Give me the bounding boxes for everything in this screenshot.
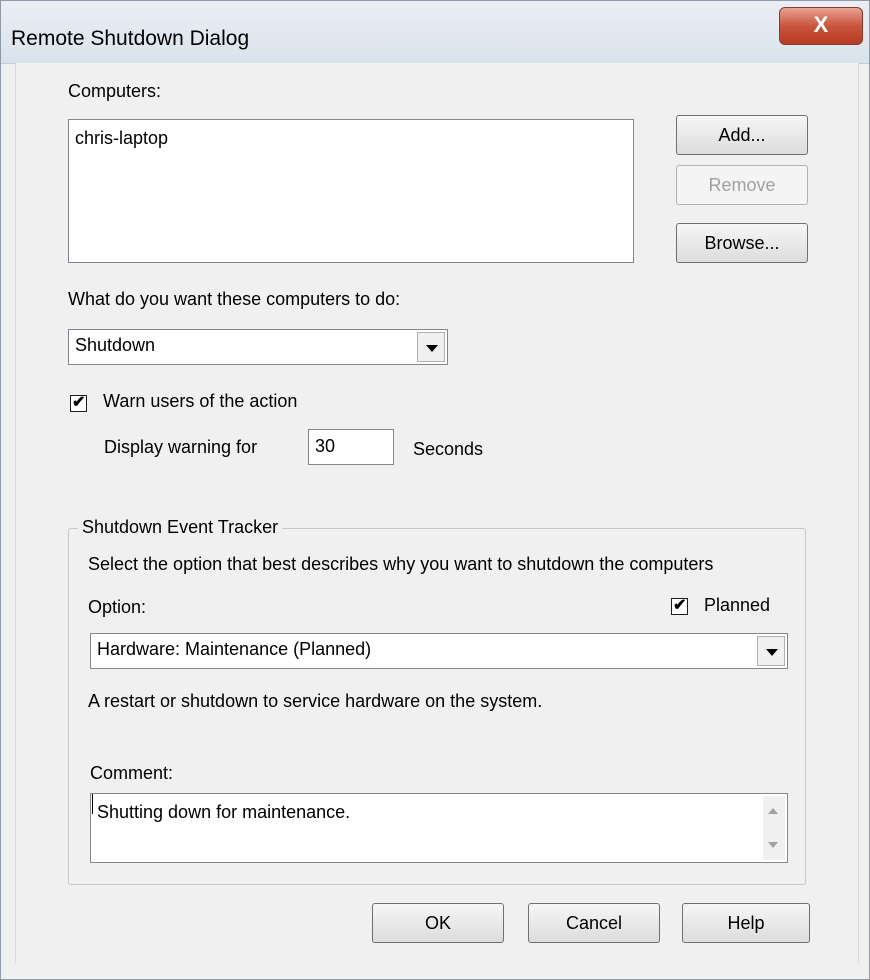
tracker-description: Select the option that best describes wh… (88, 554, 714, 574)
title-bar[interactable]: Remote Shutdown Dialog X (1, 1, 869, 64)
computer-list-item[interactable]: chris-laptop (75, 128, 168, 149)
close-button[interactable]: X (779, 7, 863, 45)
warning-seconds-value: 30 (315, 436, 336, 456)
computers-label: Computers: (68, 81, 162, 101)
cancel-button[interactable]: Cancel (528, 903, 660, 943)
remove-button[interactable]: Remove (676, 165, 808, 205)
scroll-down-icon[interactable] (768, 842, 778, 848)
chevron-down-icon[interactable] (757, 636, 785, 666)
comment-textarea[interactable]: Shutting down for maintenance. (90, 793, 788, 863)
shutdown-event-tracker-legend: Shutdown Event Tracker (78, 517, 283, 538)
action-dropdown[interactable]: Shutdown (68, 329, 448, 365)
add-button[interactable]: Add... (676, 115, 808, 155)
dialog-body: Computers: chris-laptop Add... Remove Br… (15, 63, 859, 963)
option-selected-value: Hardware: Maintenance (Planned) (97, 639, 372, 659)
comment-value: Shutting down for maintenance. (97, 802, 351, 822)
planned-checkbox[interactable]: ✔ (671, 597, 688, 615)
comment-label: Comment: (90, 763, 174, 783)
option-label: Option: (88, 597, 147, 617)
close-icon: X (813, 12, 829, 37)
remote-shutdown-dialog: Remote Shutdown Dialog X Computers: chri… (0, 0, 870, 980)
chevron-down-icon[interactable] (417, 332, 445, 362)
help-button[interactable]: Help (682, 903, 810, 943)
ok-button[interactable]: OK (372, 903, 504, 943)
scroll-up-icon[interactable] (768, 808, 778, 814)
window-title: Remote Shutdown Dialog (11, 27, 250, 50)
action-label: What do you want these computers to do: (68, 289, 401, 309)
comment-scrollbar[interactable] (763, 796, 785, 860)
warn-users-checkbox[interactable]: ✔ (70, 394, 87, 412)
text-caret (92, 794, 93, 814)
warning-seconds-input[interactable]: 30 (308, 429, 394, 465)
computers-listbox[interactable]: chris-laptop (68, 119, 634, 263)
option-dropdown[interactable]: Hardware: Maintenance (Planned) (90, 633, 788, 669)
browse-button[interactable]: Browse... (676, 223, 808, 263)
warn-users-label[interactable]: Warn users of the action (103, 391, 297, 412)
planned-label[interactable]: Planned (704, 595, 770, 616)
checkmark-icon: ✔ (72, 394, 86, 411)
checkmark-icon: ✔ (673, 597, 687, 614)
option-description: A restart or shutdown to service hardwar… (88, 691, 543, 711)
seconds-unit-label: Seconds (413, 439, 484, 459)
display-warning-label: Display warning for (104, 437, 258, 457)
action-selected-value: Shutdown (75, 335, 156, 355)
